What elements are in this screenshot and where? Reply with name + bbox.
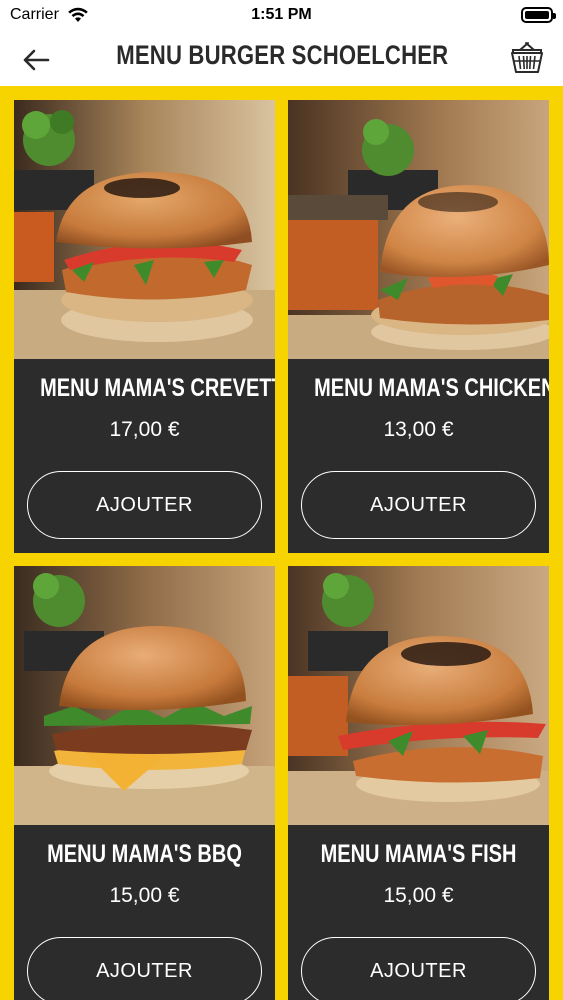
burger-chicken-photo xyxy=(288,100,549,359)
product-price: 13,00 € xyxy=(383,418,454,441)
product-name: MENU MAMA'S FISH xyxy=(320,840,517,868)
burger-crevettes-photo xyxy=(14,100,275,359)
add-to-cart-button[interactable]: AJOUTER xyxy=(27,937,262,1000)
back-button[interactable] xyxy=(18,42,54,78)
product-card[interactable]: MENU MAMA'S FISH 15,00 € AJOUTER xyxy=(288,566,549,1000)
product-card[interactable]: MENU MAMA'S BBQ 15,00 € AJOUTER xyxy=(14,566,275,1000)
product-card[interactable]: MENU MAMA'S CHICKEN 13,00 € AJOUTER xyxy=(288,100,549,553)
add-to-cart-button[interactable]: AJOUTER xyxy=(301,937,536,1000)
add-to-cart-button[interactable]: AJOUTER xyxy=(27,471,262,539)
burger-fish-photo xyxy=(288,566,549,825)
status-time: 1:51 PM xyxy=(251,6,312,23)
page-title: MENU BURGER SCHOELCHER xyxy=(116,40,449,70)
battery-icon xyxy=(521,7,556,23)
product-price: 15,00 € xyxy=(109,884,180,907)
status-bar: Carrier 1:51 PM xyxy=(0,0,563,32)
navigation-bar: MENU BURGER SCHOELCHER xyxy=(0,32,563,86)
product-name: MENU MAMA'S CHICKEN xyxy=(314,374,549,402)
product-name: MENU MAMA'S CREVETTES xyxy=(40,374,275,402)
arrow-left-icon xyxy=(22,48,50,72)
product-price: 15,00 € xyxy=(383,884,454,907)
cart-button[interactable] xyxy=(507,38,547,78)
add-to-cart-button[interactable]: AJOUTER xyxy=(301,471,536,539)
product-price: 17,00 € xyxy=(109,418,180,441)
product-name: MENU MAMA'S BBQ xyxy=(47,840,242,868)
burger-bbq-photo xyxy=(14,566,275,825)
product-card[interactable]: MENU MAMA'S CREVETTES 17,00 € AJOUTER xyxy=(14,100,275,553)
product-grid: MENU MAMA'S CREVETTES 17,00 € AJOUTER xyxy=(0,86,563,1000)
basket-icon xyxy=(509,41,545,75)
